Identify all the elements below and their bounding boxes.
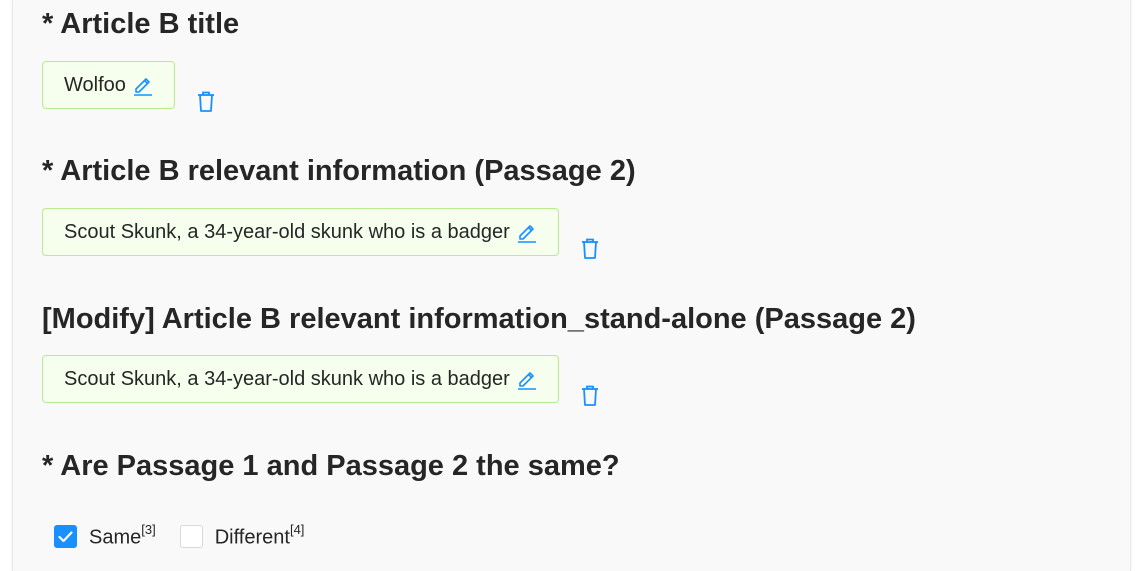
article-b-title-row: Wolfoo: [42, 61, 217, 114]
modify-relevant-info-standalone-tag[interactable]: Scout Skunk, a 34-year-old skunk who is …: [42, 355, 559, 403]
article-b-relevant-info-tag[interactable]: Scout Skunk, a 34-year-old skunk who is …: [42, 208, 559, 256]
passage-same-options: Same[3] Different[4]: [54, 522, 328, 550]
different-option-label[interactable]: Different[4]: [214, 522, 305, 550]
different-footnote: [4]: [289, 522, 305, 537]
same-label-text: Same: [89, 526, 142, 549]
same-checkbox[interactable]: [54, 525, 77, 549]
different-label-text: Different: [214, 526, 290, 549]
same-footnote: [3]: [141, 522, 156, 537]
article-b-relevant-info-value: Scout Skunk, a 34-year-old skunk who is …: [64, 220, 510, 243]
edit-pen-icon[interactable]: [517, 368, 537, 390]
trash-icon[interactable]: [579, 384, 601, 408]
article-b-title-value: Wolfoo: [64, 73, 126, 96]
trash-icon[interactable]: [579, 237, 601, 261]
edit-pen-icon[interactable]: [133, 74, 153, 96]
checkmark-icon: [58, 531, 73, 542]
different-checkbox[interactable]: [179, 525, 203, 549]
article-b-title-heading: * Article B title: [42, 8, 240, 40]
modify-relevant-info-standalone-heading: [Modify] Article B relevant information_…: [42, 303, 916, 335]
modify-relevant-info-standalone-row: Scout Skunk, a 34-year-old skunk who is …: [42, 355, 601, 408]
article-b-relevant-info-row: Scout Skunk, a 34-year-old skunk who is …: [42, 208, 601, 261]
article-b-relevant-info-heading: * Article B relevant information (Passag…: [42, 155, 636, 187]
edit-pen-icon[interactable]: [517, 221, 537, 243]
passage-same-question-heading: * Are Passage 1 and Passage 2 the same?: [42, 450, 620, 482]
same-option-label[interactable]: Same[3]: [89, 522, 156, 550]
article-b-title-tag[interactable]: Wolfoo: [42, 61, 175, 109]
modify-relevant-info-standalone-value: Scout Skunk, a 34-year-old skunk who is …: [64, 367, 510, 390]
trash-icon[interactable]: [195, 90, 217, 114]
